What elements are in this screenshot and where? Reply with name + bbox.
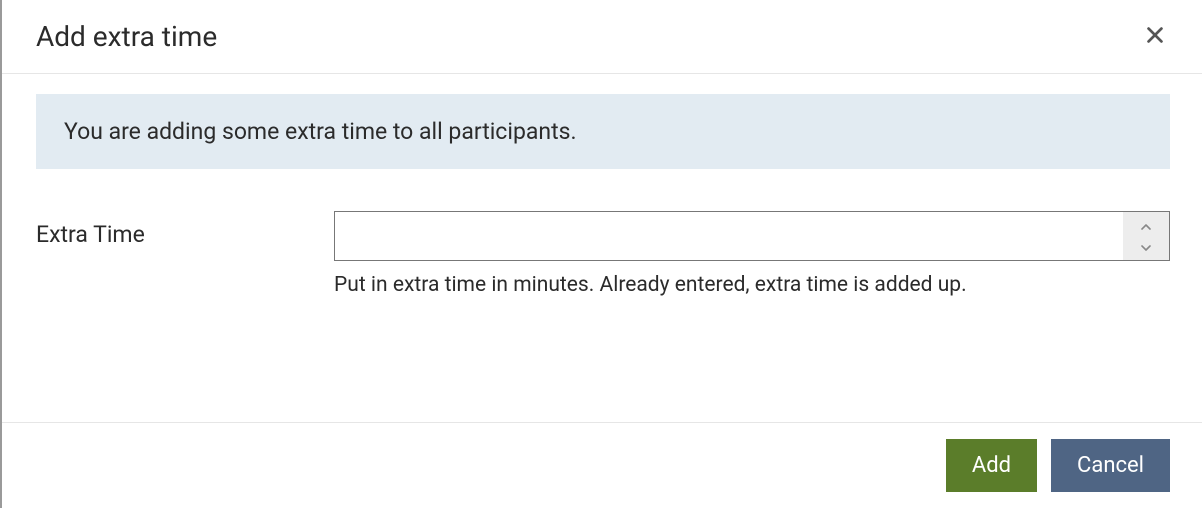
close-icon [1144, 24, 1166, 49]
modal-title: Add extra time [36, 20, 217, 53]
extra-time-input[interactable] [334, 211, 1170, 261]
modal-body: You are adding some extra time to all pa… [2, 74, 1202, 422]
close-button[interactable] [1140, 20, 1170, 53]
add-button[interactable]: Add [946, 439, 1037, 492]
cancel-button[interactable]: Cancel [1051, 439, 1170, 492]
info-banner: You are adding some extra time to all pa… [36, 94, 1170, 169]
modal-header: Add extra time [2, 0, 1202, 74]
extra-time-row: Extra Time [36, 211, 1170, 297]
extra-time-help: Put in extra time in minutes. Already en… [334, 273, 1170, 297]
add-extra-time-modal: Add extra time You are adding some extra… [0, 0, 1202, 508]
modal-footer: Add Cancel [2, 422, 1202, 508]
extra-time-control: Put in extra time in minutes. Already en… [334, 211, 1170, 297]
number-input-wrap [334, 211, 1170, 261]
extra-time-label: Extra Time [36, 211, 334, 248]
